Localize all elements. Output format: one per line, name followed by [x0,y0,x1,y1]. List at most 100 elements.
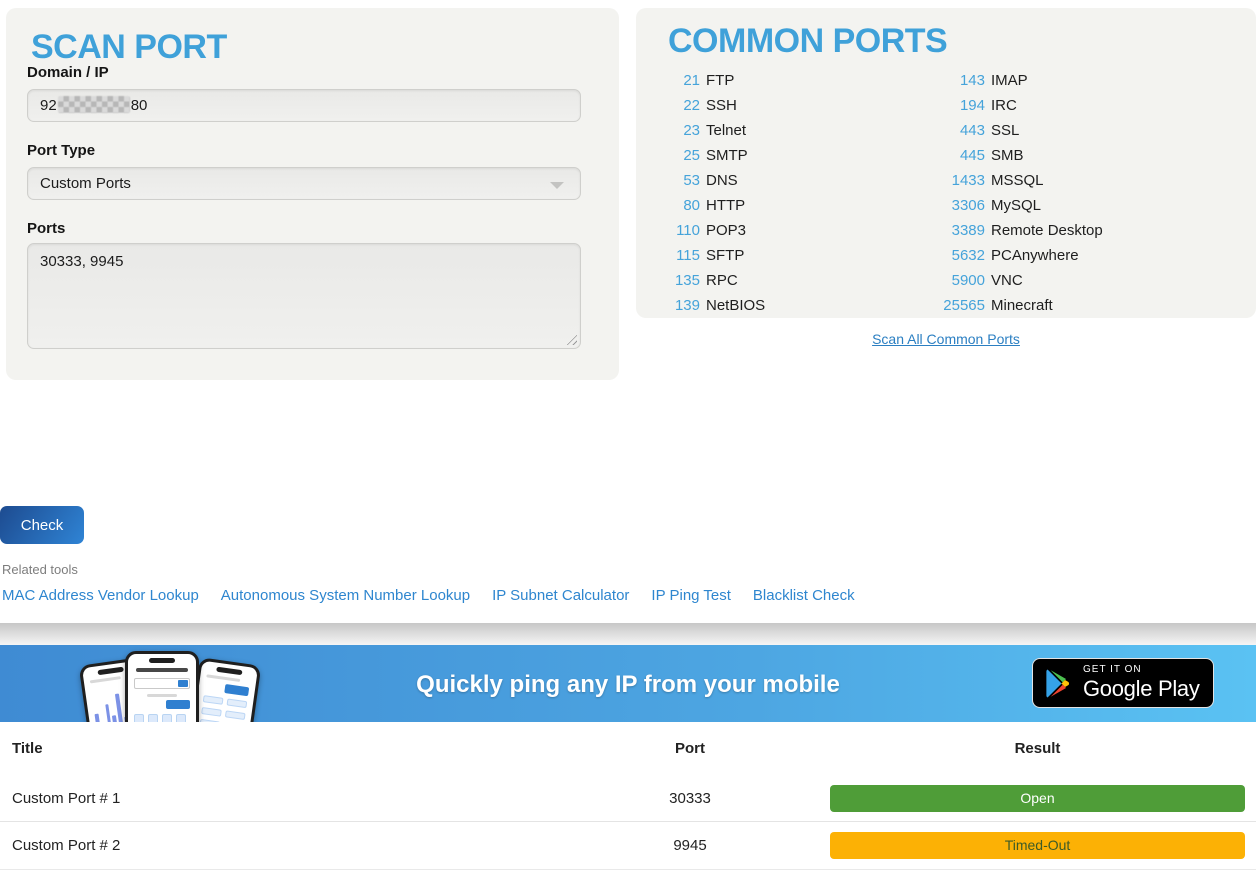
port-number-link[interactable]: 3306 [930,193,985,218]
link-mac-address-vendor-lookup[interactable]: MAC Address Vendor Lookup [2,587,199,604]
port-name: SFTP [706,243,744,268]
port-number-link[interactable]: 445 [930,143,985,168]
port-name: DNS [706,168,738,193]
header-port: Port [610,740,770,757]
common-port-item: 115SFTP [660,243,765,268]
mobile-app-banner[interactable]: Quickly ping any IP from your mobile GET… [0,645,1256,722]
port-number-link[interactable]: 139 [660,293,700,318]
port-name: SMTP [706,143,748,168]
common-port-item: 194IRC [930,93,1103,118]
google-play-label: Google Play [1083,676,1200,702]
port-name: Remote Desktop [991,218,1103,243]
scan-all-common-ports-link[interactable]: Scan All Common Ports [636,331,1256,347]
port-number-link[interactable]: 25565 [930,293,985,318]
port-name: MySQL [991,193,1041,218]
google-play-badge-text: GET IT ON Google Play [1083,664,1200,702]
related-tools-label: Related tools [2,562,78,577]
ports-value: 30333, 9945 [40,253,123,270]
port-number-link[interactable]: 115 [660,243,700,268]
scan-port-title: SCAN PORT [31,28,594,67]
port-type-selected-value: Custom Ports [40,175,131,192]
port-name: NetBIOS [706,293,765,318]
results-table: Title Port Result Custom Port # 1 30333 … [0,722,1256,870]
page: SCAN PORT Domain / IP 92 80 Port Type Cus… [0,0,1256,875]
redacted-ip-block [58,96,130,113]
header-title: Title [0,740,610,757]
link-ip-ping-test[interactable]: IP Ping Test [651,587,731,604]
common-port-item: 110POP3 [660,218,765,243]
ports-textarea[interactable]: 30333, 9945 [27,243,581,349]
port-number-link[interactable]: 443 [930,118,985,143]
port-number-link[interactable]: 1433 [930,168,985,193]
port-name: FTP [706,68,734,93]
port-number-link[interactable]: 143 [930,68,985,93]
port-name: POP3 [706,218,746,243]
port-number-link[interactable]: 22 [660,93,700,118]
resize-handle[interactable] [564,332,577,345]
table-row: Custom Port # 1 30333 Open [0,775,1256,822]
common-port-item: 135RPC [660,268,765,293]
port-name: SSH [706,93,737,118]
common-port-item: 3306MySQL [930,193,1103,218]
chevron-down-icon [550,182,564,189]
port-number-link[interactable]: 110 [660,218,700,243]
port-name: IRC [991,93,1017,118]
get-it-on-label: GET IT ON [1083,664,1200,675]
header-result: Result [830,740,1245,757]
common-port-item: 53DNS [660,168,765,193]
port-name: SSL [991,118,1019,143]
table-row: Custom Port # 2 9945 Timed-Out [0,822,1256,870]
results-header-row: Title Port Result [0,722,1256,775]
domain-value-prefix: 92 [40,97,57,114]
port-number-link[interactable]: 25 [660,143,700,168]
port-name: PCAnywhere [991,243,1079,268]
port-name: VNC [991,268,1023,293]
common-port-item: 139NetBIOS [660,293,765,318]
check-button[interactable]: Check [0,506,84,544]
google-play-icon [1045,668,1073,699]
domain-ip-label: Domain / IP [27,64,109,81]
port-number-link[interactable]: 135 [660,268,700,293]
port-name: Minecraft [991,293,1053,318]
port-number-link[interactable]: 80 [660,193,700,218]
port-number-link[interactable]: 5632 [930,243,985,268]
result-title: Custom Port # 1 [0,790,610,807]
ports-label: Ports [27,220,65,237]
port-number-link[interactable]: 5900 [930,268,985,293]
related-tools-nav: MAC Address Vendor Lookup Autonomous Sys… [2,587,855,604]
result-port: 30333 [610,790,770,807]
port-type-select[interactable]: Custom Ports [27,167,581,200]
common-port-item: 25565Minecraft [930,293,1103,318]
domain-value-suffix: 80 [131,97,148,114]
link-blacklist-check[interactable]: Blacklist Check [753,587,855,604]
link-ip-subnet-calculator[interactable]: IP Subnet Calculator [492,587,629,604]
result-port: 9945 [610,837,770,854]
port-type-label: Port Type [27,142,95,159]
common-port-item: 25SMTP [660,143,765,168]
domain-ip-input[interactable]: 92 80 [27,89,581,122]
phone-mockup-center [125,651,199,722]
port-number-link[interactable]: 21 [660,68,700,93]
common-ports-right-column: 143IMAP 194IRC 443SSL 445SMB 1433MSSQL 3… [930,68,1103,318]
port-name: MSSQL [991,168,1044,193]
common-port-item: 3389Remote Desktop [930,218,1103,243]
common-port-item: 21FTP [660,68,765,93]
common-port-item: 80HTTP [660,193,765,218]
link-asn-lookup[interactable]: Autonomous System Number Lookup [221,587,470,604]
common-port-item: 23Telnet [660,118,765,143]
port-number-link[interactable]: 194 [930,93,985,118]
common-port-item: 445SMB [930,143,1103,168]
google-play-badge[interactable]: GET IT ON Google Play [1032,658,1214,708]
common-port-item: 443SSL [930,118,1103,143]
port-name: HTTP [706,193,745,218]
common-port-item: 1433MSSQL [930,168,1103,193]
port-number-link[interactable]: 23 [660,118,700,143]
common-port-item: 22SSH [660,93,765,118]
port-number-link[interactable]: 53 [660,168,700,193]
port-number-link[interactable]: 3389 [930,218,985,243]
port-name: IMAP [991,68,1028,93]
common-port-item: 5632PCAnywhere [930,243,1103,268]
section-divider [0,623,1256,645]
result-title: Custom Port # 2 [0,837,610,854]
status-badge-open: Open [830,785,1245,812]
